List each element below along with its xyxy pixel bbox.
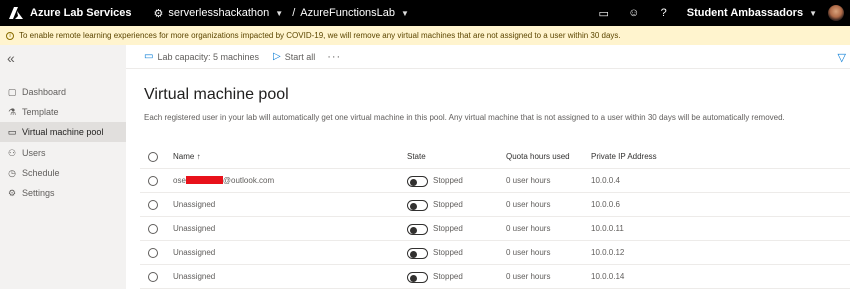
vm-power-toggle[interactable] [407,272,428,283]
monitor-icon: ▭ [144,51,154,62]
table-row[interactable]: Unassigned Stopped 0 user hours 10.0.0.1… [140,265,850,289]
redaction-mark [185,176,223,184]
lab-selector[interactable]: AzureFunctionsLab [300,7,395,19]
sidebar-item-dashboard[interactable]: ▢ Dashboard [0,82,126,102]
email-suffix: @outlook.com [222,176,275,185]
template-icon: ⚗ [7,106,17,117]
monitor-icon[interactable]: ▭ [589,7,619,20]
sidebar: « ▢ Dashboard ⚗ Template ▭ Virtual machi… [0,45,126,289]
monitor-icon: ▭ [7,126,17,137]
sidebar-item-users[interactable]: ⚇ Users [0,143,126,163]
table-row[interactable]: ose @outlook.com Stopped 0 user hours 10.… [140,169,850,193]
banner-text: To enable remote learning experiences fo… [19,31,621,40]
vm-state: Stopped [433,248,463,257]
sidebar-item-label: Template [22,107,59,117]
vm-quota: 0 user hours [506,176,551,185]
sidebar-item-label: Users [22,148,46,158]
column-header-name[interactable]: Name ↑ [173,145,201,169]
user-name[interactable]: Student Ambassadors [687,7,803,19]
vm-power-toggle[interactable] [407,248,428,259]
azure-logo-icon [9,7,23,19]
column-header-state[interactable]: State [407,145,426,169]
vm-state: Stopped [433,176,463,185]
vm-quota: 0 user hours [506,200,551,209]
app-title[interactable]: Azure Lab Services [30,7,132,19]
table-row[interactable]: Unassigned Stopped 0 user hours 10.0.0.1… [140,217,850,241]
lab-account-icon: ⚙ [153,7,164,20]
vm-power-toggle[interactable] [407,176,428,187]
breadcrumb-separator: / [292,7,296,19]
settings-icon: ⚙ [7,187,17,198]
top-bar: Azure Lab Services ⚙ serverlesshackathon… [0,0,850,26]
table-header: Name ↑ State Quota hours used Private IP… [140,145,850,169]
vm-state: Stopped [433,200,463,209]
vm-ip: 10.0.0.6 [591,200,620,209]
sidebar-item-label: Schedule [22,168,60,178]
chevron-down-icon[interactable]: ▼ [275,9,283,18]
collapse-sidebar-icon[interactable]: « [7,50,15,66]
vm-state: Stopped [433,272,463,281]
start-all-button[interactable]: ▷ Start all [273,51,315,62]
column-header-quota[interactable]: Quota hours used [506,145,570,169]
vm-user: Unassigned [173,224,216,233]
page-description: Each registered user in your lab will au… [144,113,785,122]
users-icon: ⚇ [7,147,17,158]
email-prefix: ose [173,176,186,185]
row-select-checkbox[interactable] [148,224,158,234]
avatar[interactable] [828,5,844,21]
vm-ip: 10.0.0.11 [591,224,624,233]
row-select-checkbox[interactable] [148,176,158,186]
page-title: Virtual machine pool [144,86,289,103]
vm-ip: 10.0.0.14 [591,272,625,281]
vm-quota: 0 user hours [506,224,551,233]
help-icon[interactable]: ? [649,7,679,19]
chevron-down-icon[interactable]: ▼ [809,9,817,18]
vm-state: Stopped [433,224,463,233]
chevron-down-icon[interactable]: ▼ [401,9,409,18]
sidebar-item-settings[interactable]: ⚙ Settings [0,183,126,203]
vm-ip: 10.0.0.4 [591,176,620,185]
row-select-checkbox[interactable] [148,272,158,282]
covid-notice-banner: i To enable remote learning experiences … [0,26,850,45]
sidebar-item-label: Settings [22,188,55,198]
vm-quota: 0 user hours [506,248,551,257]
more-icon[interactable]: ··· [327,51,341,63]
vm-user: Unassigned [173,248,216,257]
play-icon: ▷ [273,51,281,62]
dashboard-icon: ▢ [7,86,17,97]
lab-account-selector[interactable]: serverlesshackathon [168,7,269,19]
column-header-ip[interactable]: Private IP Address [591,145,657,169]
vm-quota: 0 user hours [506,272,551,281]
vm-ip: 10.0.0.12 [591,248,625,257]
vm-power-toggle[interactable] [407,200,428,211]
vm-power-toggle[interactable] [407,224,428,235]
lab-capacity-label: Lab capacity: 5 machines [157,51,260,62]
table-row[interactable]: Unassigned Stopped 0 user hours 10.0.0.1… [140,241,850,265]
sidebar-item-label: Virtual machine pool [22,127,104,137]
select-all-checkbox[interactable] [148,152,158,162]
command-bar: ▭ Lab capacity: 5 machines ▷ Start all ·… [126,45,850,69]
vm-user-email: ose @outlook.com [173,169,274,193]
filter-icon[interactable]: ▽ [838,51,846,64]
feedback-smiley-icon[interactable]: ☺ [619,7,649,19]
start-all-label: Start all [284,51,316,62]
row-select-checkbox[interactable] [148,248,158,258]
sidebar-item-schedule[interactable]: ◷ Schedule [0,163,126,183]
lab-capacity-button[interactable]: ▭ Lab capacity: 5 machines [144,51,259,62]
schedule-icon: ◷ [8,167,16,178]
table-row[interactable]: Unassigned Stopped 0 user hours 10.0.0.6 [140,193,850,217]
info-icon: i [6,31,14,40]
vm-user: Unassigned [173,272,216,281]
row-select-checkbox[interactable] [148,200,158,210]
vm-user: Unassigned [173,200,216,209]
sidebar-item-virtual-machine-pool[interactable]: ▭ Virtual machine pool [0,122,126,142]
sidebar-item-template[interactable]: ⚗ Template [0,102,126,122]
sidebar-item-label: Dashboard [22,87,67,97]
